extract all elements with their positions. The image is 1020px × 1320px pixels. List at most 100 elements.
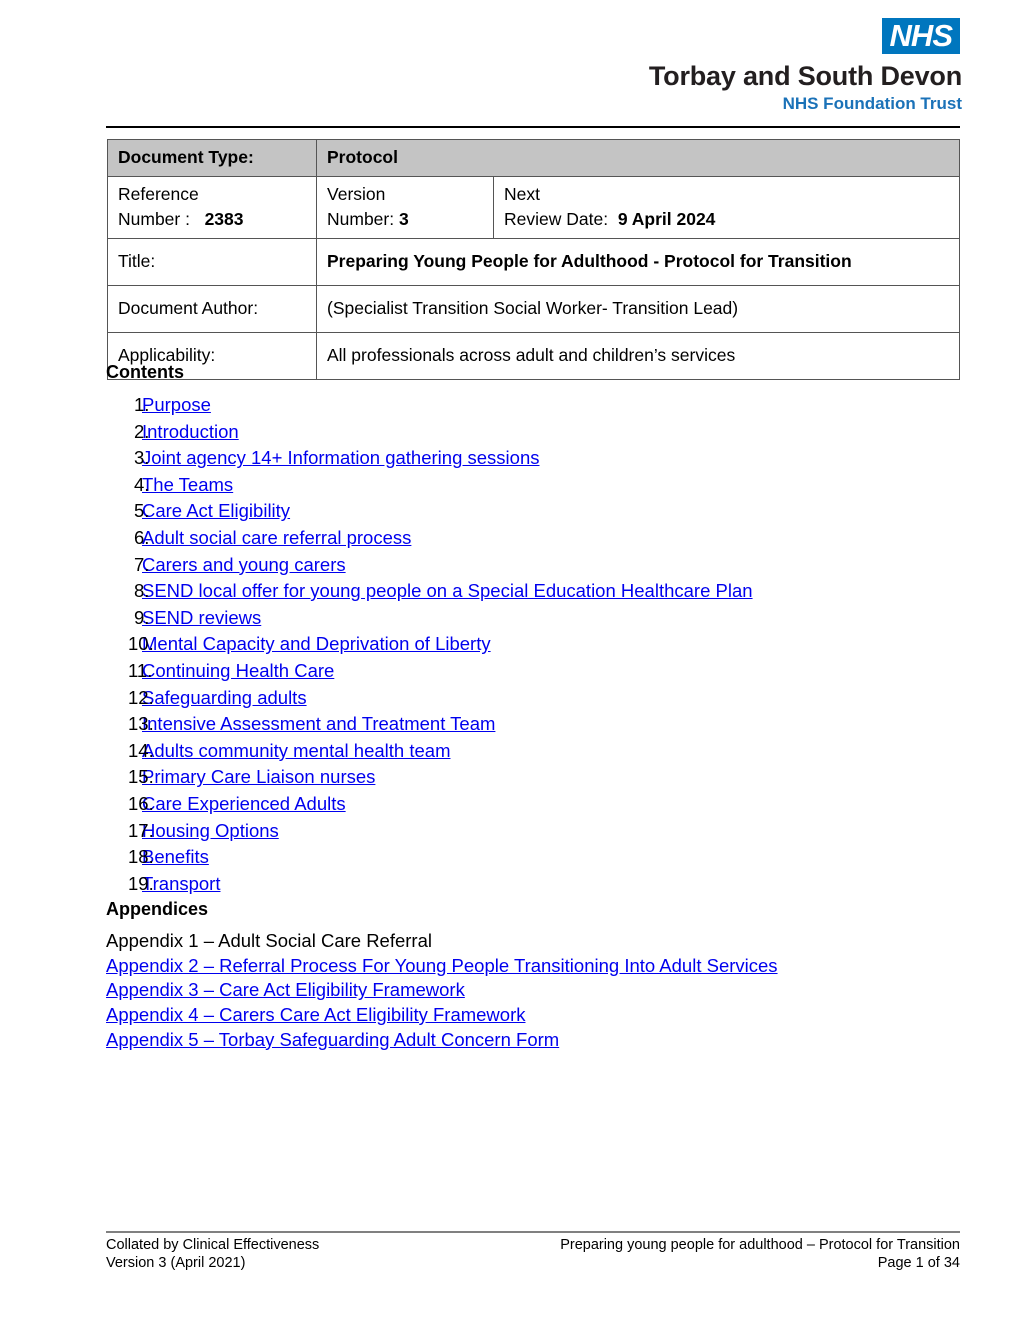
reference-label-line2: Number : [118,209,190,229]
version-label-line2: Number: [327,209,395,229]
contents-item-number: 13. [128,713,154,735]
contents-item-number: 7. [134,553,150,575]
appendix-text: Appendix 1 – Adult Social Care Referral [106,930,432,952]
appendix-link[interactable]: Appendix 2 – Referral Process For Young … [106,955,778,976]
page-footer: Collated by Clinical Effectiveness Prepa… [106,1236,960,1272]
contents-list-item: 18. Benefits [106,844,966,871]
contents-item-number: 15. [128,766,154,788]
contents-item-link[interactable]: Continuing Health Care [142,660,334,681]
contents-item-number: 19. [128,872,154,894]
contents-item-link[interactable]: Care Experienced Adults [142,793,346,814]
contents-list-item: 12. Safeguarding adults [106,685,966,712]
doc-type-value: Protocol [316,139,960,177]
appendix-line: Appendix 5 – Torbay Safeguarding Adult C… [106,1028,966,1053]
version-label-line1: Version [327,184,386,204]
appendix-line: Appendix 4 – Carers Care Act Eligibility… [106,1003,966,1028]
contents-list-item: 11. Continuing Health Care [106,658,966,685]
contents-item-number: 2. [134,420,150,442]
contents-list-item: 3. Joint agency 14+ Information gathering… [106,445,966,472]
contents-item-number: 9. [134,606,150,628]
doc-type-label: Document Type: [107,139,317,177]
next-review-label-line2: Review Date: [504,209,609,229]
table-row-title: Title: Preparing Young People for Adulth… [107,238,960,286]
appendix-link[interactable]: Appendix 4 – Carers Care Act Eligibility… [106,1004,526,1025]
footer-row-2: Version 3 (April 2021) Page 1 of 34 [106,1254,960,1272]
footer-version: Version 3 (April 2021) [106,1255,246,1271]
appendices-heading: Appendices [106,899,209,920]
contents-item-number: 16. [128,792,154,814]
contents-list-item: 5. Care Act Eligibility [106,498,966,525]
trust-subtitle: NHS Foundation Trust [782,94,962,113]
contents-item-number: 4. [134,473,150,495]
footer-divider [106,1231,960,1233]
footer-collated-by: Collated by Clinical Effectiveness [106,1237,320,1253]
next-review-date-value: 9 April 2024 [617,209,716,229]
contents-item-number: 1. [134,394,150,415]
trust-name: Torbay and South Devon [648,61,962,91]
contents-item-link[interactable]: Intensive Assessment and Treatment Team [142,713,495,734]
contents-heading: Contents [106,362,184,382]
table-row-document-type: Document Type: Protocol [107,139,960,177]
appendix-link[interactable]: Appendix 5 – Torbay Safeguarding Adult C… [106,1029,559,1050]
contents-item-link[interactable]: Carers and young carers [142,554,346,575]
contents-list-item: 8. SEND local offer for young people on a… [106,578,966,605]
document-body: Contents 1. Purpose 2. Introduction 3. Joint … [106,360,966,1052]
contents-list-item: 19. Transport [106,871,966,898]
version-number-cell: Version Number: 3 [316,176,494,239]
contents-item-link[interactable]: Primary Care Liaison nurses [142,766,375,787]
contents-item-number: 11. [128,659,153,681]
contents-list-item: 15. Primary Care Liaison nurses [106,764,966,791]
contents-item-number: 14. [128,739,154,761]
contents-list-item: 17. Housing Options [106,818,966,845]
appendix-line: Appendix 2 – Referral Process For Young … [106,954,966,979]
title-value: Preparing Young People for Adulthood - P… [316,238,960,286]
contents-list-item: 16. Care Experienced Adults [106,791,966,818]
contents-item-number: 6. [134,526,150,548]
appendices-list: Appendix 1 – Adult Social Care Referral A… [106,929,966,1052]
nhs-logo-icon: NHS [881,18,960,54]
document-page: NHS Torbay and South Devon NHS Foundatio… [0,0,1020,1320]
contents-item-link[interactable]: Adult social care referral process [142,527,411,548]
table-row-reference: Reference Number : 2383 Version Number: 3 … [107,176,960,239]
contents-list-item: 1. Purpose [106,392,966,419]
header-divider [106,126,960,128]
contents-item-link[interactable]: SEND local offer for young people on a S… [142,580,753,601]
contents-item-number: 12. [128,686,154,708]
author-label: Document Author: [107,285,317,333]
table-row-author: Document Author: (Specialist Transition … [107,285,960,333]
contents-item-number: 5. [134,500,150,522]
title-label: Title: [107,238,317,286]
contents-list-item: 7. Carers and young carers [106,552,966,579]
version-number-value: 3 [398,209,409,229]
contents-list: 1. Purpose 2. Introduction 3. Joint agency 14… [106,392,966,897]
contents-item-number: 18. [128,846,154,868]
document-info-table: Document Type: Protocol Reference Number … [107,139,960,380]
contents-list-item: 14. Adults community mental health team [106,738,966,765]
contents-item-number: 17. [128,819,154,841]
appendix-link[interactable]: Appendix 3 – Care Act Eligibility Framew… [106,979,465,1000]
next-review-label-line1: Next [504,184,540,204]
next-review-date-cell: Next Review Date: 9 April 2024 [493,176,960,239]
contents-list-item: 13. Intensive Assessment and Treatment Te… [106,711,966,738]
contents-list-item: 4. The Teams [106,472,966,499]
footer-document-title: Preparing young people for adulthood – P… [560,1237,960,1253]
contents-list-item: 9. SEND reviews [106,605,966,632]
contents-list-item: 6. Adult social care referral process [106,525,966,552]
contents-item-link[interactable]: Safeguarding adults [142,687,307,708]
author-value: (Specialist Transition Social Worker- Tr… [316,285,960,333]
contents-list-item: 2. Introduction [106,419,966,446]
contents-item-link[interactable]: Care Act Eligibility [142,500,290,521]
footer-page-number: Page 1 of 34 [877,1255,960,1271]
contents-item-link[interactable]: Adults community mental health team [142,740,450,761]
contents-list-item: 10. Mental Capacity and Deprivation of Li… [106,631,966,658]
contents-item-link[interactable]: Mental Capacity and Deprivation of Liber… [142,633,491,654]
reference-label-line1: Reference [118,184,199,204]
reference-number-value: 2383 [204,209,244,229]
appendix-line: Appendix 3 – Care Act Eligibility Framew… [106,978,966,1003]
footer-row-1: Collated by Clinical Effectiveness Prepa… [106,1236,960,1254]
contents-item-number: 10. [128,633,154,655]
appendix-line: Appendix 1 – Adult Social Care Referral [106,929,966,954]
contents-item-link[interactable]: Joint agency 14+ Information gathering s… [142,447,539,468]
contents-item-number: 8. [134,580,150,602]
contents-item-number: 3. [134,447,150,469]
